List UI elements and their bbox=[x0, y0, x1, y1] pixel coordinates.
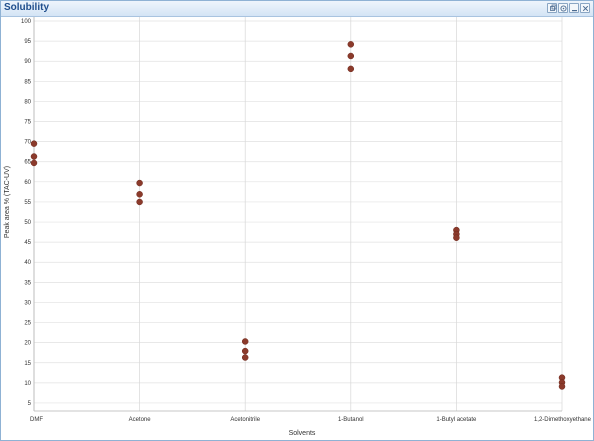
y-tick-label: 100 bbox=[21, 19, 32, 25]
y-tick-label: 50 bbox=[24, 220, 31, 226]
y-tick-label: 20 bbox=[24, 341, 31, 347]
data-point bbox=[453, 234, 460, 241]
x-tick-label: 1-Butanol bbox=[338, 417, 364, 423]
data-points bbox=[30, 41, 566, 390]
y-axis-title: Peak area % (TAC-UV) bbox=[4, 166, 11, 238]
x-tick-label: Acetonitrile bbox=[230, 417, 260, 423]
x-tick-label: DMF bbox=[30, 417, 43, 423]
y-axis-ticks: 5 10 15 20 25 30 35 40 45 50 55 60 65 70 75 80 85 90 95 100 bbox=[21, 19, 32, 407]
data-point bbox=[347, 65, 355, 73]
scatter-chart: 5 10 15 20 25 30 35 40 45 50 55 60 65 70 75 80 85 90 95 100… bbox=[4, 17, 592, 437]
plot-frame bbox=[33, 17, 562, 412]
y-tick-label: 5 bbox=[28, 401, 32, 407]
y-tick-label: 75 bbox=[24, 120, 31, 126]
y-tick-label: 60 bbox=[24, 180, 31, 186]
x-axis-ticks: DMF Acetone Acetonitrile 1-Butanol 1-Butyl a… bbox=[30, 417, 592, 423]
y-tick-label: 45 bbox=[24, 240, 31, 246]
data-point bbox=[30, 140, 38, 147]
data-point bbox=[347, 52, 355, 60]
y-tick-label: 85 bbox=[24, 79, 31, 85]
y-tick-label: 25 bbox=[24, 321, 31, 327]
data-point bbox=[241, 354, 249, 361]
x-tick-label: 1,2-Dimethoxyethane bbox=[534, 417, 592, 423]
data-point bbox=[136, 191, 143, 198]
grid-lines bbox=[33, 17, 563, 411]
y-tick-label: 65 bbox=[24, 160, 31, 166]
x-tick-label: Acetone bbox=[129, 417, 152, 423]
data-point bbox=[30, 159, 38, 167]
data-point bbox=[136, 179, 143, 187]
y-tick-label: 30 bbox=[24, 300, 31, 306]
y-tick-label: 15 bbox=[24, 361, 31, 367]
y-tick-label: 10 bbox=[24, 381, 31, 387]
data-point bbox=[241, 338, 249, 345]
data-point bbox=[558, 383, 566, 390]
data-point bbox=[136, 198, 143, 206]
x-tick-label: 1-Butyl acetate bbox=[436, 417, 477, 423]
y-tick-label: 80 bbox=[24, 99, 31, 105]
data-point bbox=[30, 153, 38, 160]
y-tick-label: 35 bbox=[24, 280, 31, 286]
x-axis-title: Solvents bbox=[289, 430, 316, 437]
data-point bbox=[347, 41, 355, 48]
y-tick-label: 55 bbox=[24, 200, 31, 206]
y-tick-label: 40 bbox=[24, 260, 31, 266]
y-tick-label: 95 bbox=[24, 39, 31, 45]
y-tick-label: 70 bbox=[24, 140, 31, 146]
data-point bbox=[241, 347, 249, 355]
y-tick-label: 90 bbox=[24, 59, 31, 65]
